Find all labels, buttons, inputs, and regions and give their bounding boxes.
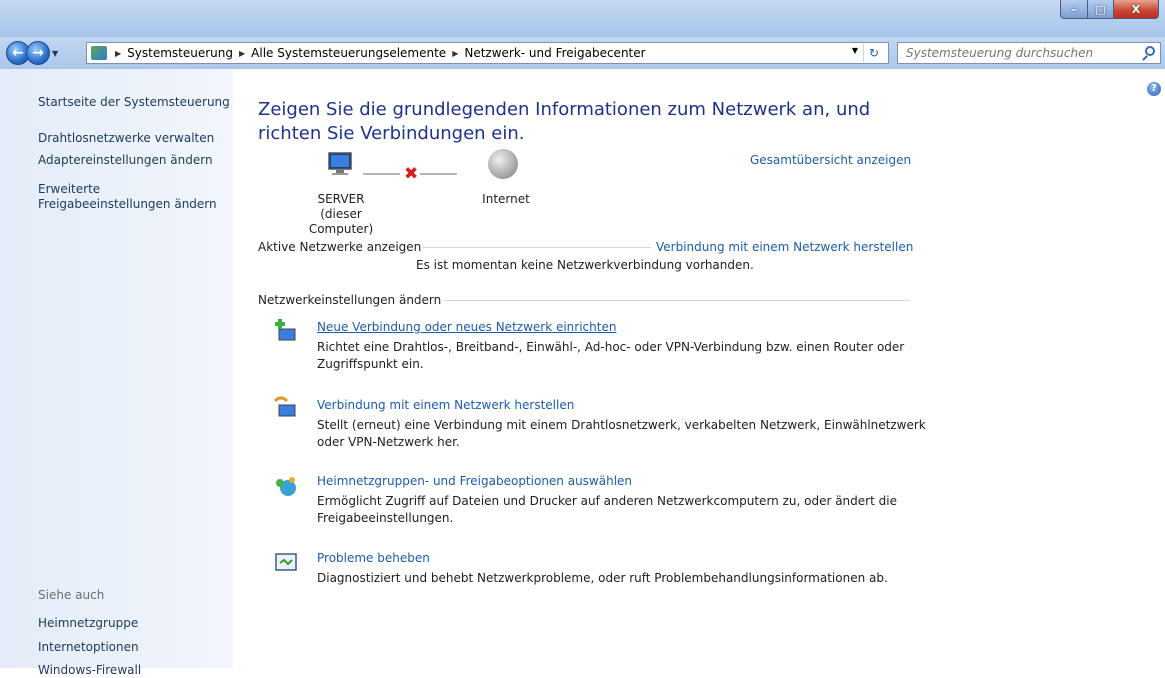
minimize-icon: – [1071, 2, 1077, 16]
close-icon: X [1131, 2, 1141, 16]
breadcrumb-separator-icon[interactable]: ▶ [239, 49, 245, 58]
close-button[interactable]: X [1114, 0, 1159, 19]
main-content: ? Zeigen Sie die grundlegenden Informati… [233, 69, 1165, 668]
control-panel-icon [91, 46, 107, 60]
sidebar: Startseite der Systemsteuerung Drahtlosn… [0, 69, 233, 677]
navigation-bar: ← → ▼ ▶ Systemsteuerung ▶ Alle Systemste… [0, 37, 1165, 69]
refresh-icon: ↻ [868, 46, 880, 60]
page-title: Zeigen Sie die grundlegenden Information… [258, 99, 871, 144]
network-settings-heading: Netzwerkeinstellungen ändern [258, 293, 442, 307]
task-desc-homegroup: Ermöglicht Zugriff auf Dateien und Druck… [317, 494, 897, 525]
disconnected-x-icon[interactable]: ✖ [404, 164, 418, 184]
new-connection-icon [275, 319, 296, 341]
breadcrumb-alle-elemente[interactable]: Alle Systemsteuerungselemente [251, 46, 446, 60]
address-bar[interactable]: ▶ Systemsteuerung ▶ Alle Systemsteuerung… [86, 42, 889, 64]
maximize-icon: □ [1095, 2, 1106, 16]
forward-button[interactable]: → [26, 41, 50, 65]
sidebar-link-home[interactable]: Startseite der Systemsteuerung [38, 95, 230, 110]
computer-label: SERVER (dieser Computer) [291, 192, 391, 237]
search-box[interactable] [897, 42, 1161, 64]
maximize-button[interactable]: □ [1088, 0, 1114, 19]
connect-network-link[interactable]: Verbindung mit einem Netzwerk herstellen [656, 240, 913, 254]
breadcrumb-separator-icon[interactable]: ▶ [452, 49, 458, 58]
arrow-right-icon: → [32, 45, 44, 61]
section-divider [444, 300, 910, 301]
address-history-dropdown-icon[interactable]: ▼ [852, 46, 858, 55]
task-desc-new-connection: Richtet eine Drahtlos-, Breitband-, Einw… [317, 340, 905, 371]
breadcrumb-systemsteuerung[interactable]: Systemsteuerung [127, 46, 233, 60]
see-also-heading: Siehe auch [38, 588, 105, 602]
section-divider [423, 247, 651, 248]
task-desc-troubleshoot: Diagnostiziert und behebt Netzwerkproble… [317, 571, 888, 585]
active-networks-heading: Aktive Netzwerke anzeigen [258, 240, 422, 254]
search-icon[interactable] [1145, 46, 1155, 56]
sidebar-link-wireless[interactable]: Drahtlosnetzwerke verwalten [38, 131, 214, 146]
sidebar-link-adapter[interactable]: Adaptereinstellungen ändern [38, 153, 213, 168]
breadcrumb-separator-icon[interactable]: ▶ [115, 49, 121, 58]
computer-icon [328, 152, 352, 175]
title-bar: – □ X [0, 0, 1165, 37]
connection-line [363, 173, 400, 175]
homegroup-icon [276, 477, 296, 496]
computer-sublabel: (dieser Computer) [308, 207, 374, 236]
sidebar-link-sharing[interactable]: Erweiterte Freigabeeinstellungen ändern [38, 182, 228, 212]
task-desc-connect-network: Stellt (erneut) eine Verbindung mit eine… [317, 418, 926, 449]
troubleshoot-icon [275, 553, 297, 571]
internet-globe-icon [488, 149, 518, 179]
see-also-homegroup[interactable]: Heimnetzgruppe [38, 616, 138, 631]
connect-network-icon [273, 396, 296, 417]
refresh-button[interactable]: ↻ [863, 44, 884, 62]
search-input[interactable] [904, 45, 1138, 61]
task-link-troubleshoot[interactable]: Probleme beheben [317, 551, 430, 565]
computer-name: SERVER [317, 192, 365, 206]
arrow-left-icon: ← [12, 45, 24, 61]
help-icon[interactable]: ? [1147, 82, 1161, 96]
see-also-internet-options[interactable]: Internetoptionen [38, 640, 139, 655]
full-map-link[interactable]: Gesamtübersicht anzeigen [750, 153, 911, 167]
internet-label: Internet [482, 192, 530, 206]
window-controls: – □ X [1060, 0, 1159, 19]
task-link-new-connection[interactable]: Neue Verbindung oder neues Netzwerk einr… [317, 320, 616, 334]
see-also-firewall[interactable]: Windows-Firewall [38, 663, 141, 678]
recent-pages-dropdown[interactable]: ▼ [52, 49, 58, 58]
connection-line [420, 173, 457, 175]
minimize-button[interactable]: – [1060, 0, 1088, 19]
task-link-connect-network[interactable]: Verbindung mit einem Netzwerk herstellen [317, 398, 574, 412]
task-link-homegroup[interactable]: Heimnetzgruppen- und Freigabeoptionen au… [317, 474, 632, 488]
no-connection-status: Es ist momentan keine Netzwerkverbindung… [416, 258, 754, 272]
breadcrumb-netzwerk-center[interactable]: Netzwerk- und Freigabecenter [464, 46, 645, 60]
